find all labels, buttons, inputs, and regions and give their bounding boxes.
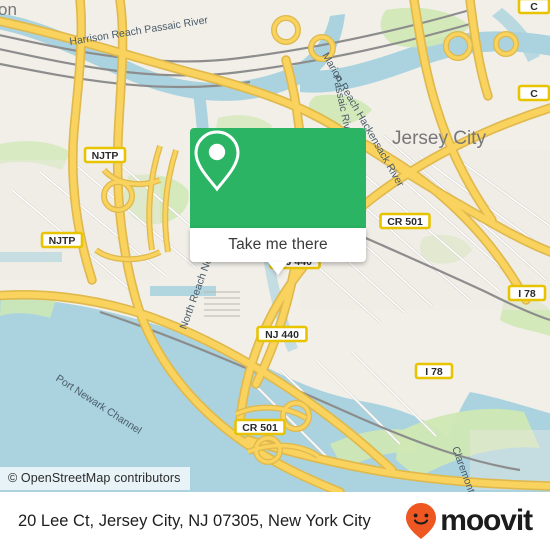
- highway-shield: CR 501: [379, 212, 431, 230]
- moovit-map-screen: Jersey City on Harrison Reach Passaic Rive…: [0, 0, 550, 550]
- highway-shield: NJTP: [40, 231, 84, 249]
- place-label: Jersey City: [392, 128, 486, 149]
- take-me-there-label: Take me there: [228, 236, 328, 253]
- footer-bar: 20 Lee Ct, Jersey City, NJ 07305, New Yo…: [0, 492, 550, 550]
- highway-shield: I 78: [414, 362, 454, 380]
- highway-shield: C: [517, 0, 550, 15]
- highway-shield-label: CR 501: [387, 216, 423, 228]
- highway-shield-label: I 78: [425, 366, 443, 378]
- location-popup-card[interactable]: Take me there: [190, 128, 366, 275]
- place-label: on: [0, 0, 17, 19]
- highway-shield-label: CR 501: [242, 422, 278, 434]
- highway-shield: I 78: [507, 284, 547, 302]
- map-canvas[interactable]: Jersey City on Harrison Reach Passaic Rive…: [0, 0, 550, 492]
- highway-shield-label: I 78: [518, 288, 536, 300]
- highway-shield-label: NJ 440: [265, 329, 299, 341]
- highway-shield-label: NJTP: [92, 150, 119, 162]
- highway-shield-label: C: [530, 88, 538, 100]
- water-channel-3: [150, 286, 216, 296]
- take-me-there-button[interactable]: Take me there: [190, 228, 366, 275]
- osm-attribution[interactable]: © OpenStreetMap contributors: [0, 467, 190, 490]
- highway-shield-label: NJTP: [49, 235, 76, 247]
- popup-header: [190, 128, 366, 228]
- highway-shield: NJTP: [83, 146, 127, 164]
- moovit-brand[interactable]: moovit: [404, 502, 533, 540]
- highway-shield: CR 501: [234, 418, 286, 436]
- map-pin-icon: [194, 130, 240, 192]
- highway-shield-label: C: [530, 1, 538, 13]
- highway-shield: C: [517, 84, 550, 102]
- popup-pointer: [268, 262, 288, 275]
- moovit-wordmark: moovit: [440, 504, 533, 537]
- moovit-pin-smile-icon: [406, 503, 437, 539]
- highway-shield: NJ 440: [256, 325, 308, 343]
- address-label: 20 Lee Ct, Jersey City, NJ 07305, New Yo…: [18, 511, 371, 530]
